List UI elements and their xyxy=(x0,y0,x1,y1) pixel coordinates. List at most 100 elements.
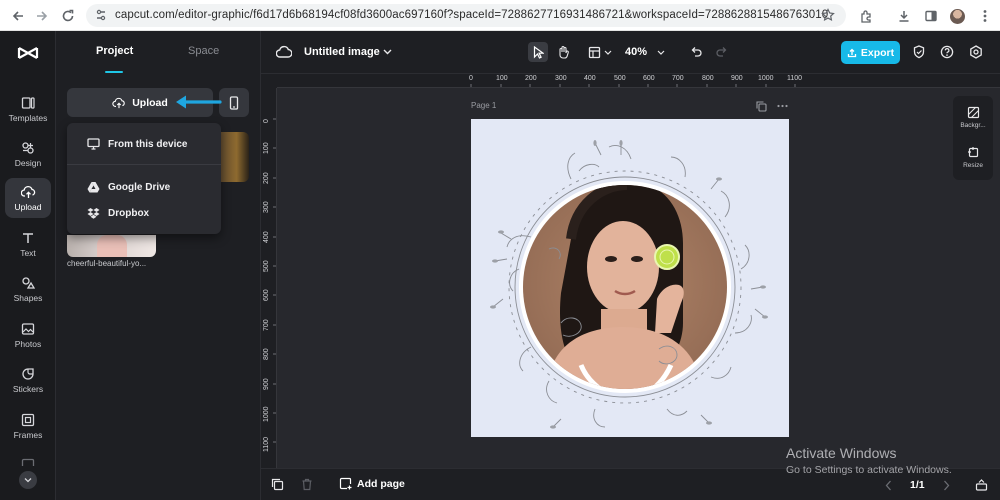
media-thumbnail-name: cheerful-beautiful-yo... xyxy=(67,259,147,268)
chevron-down-icon[interactable] xyxy=(657,50,665,55)
upload-from-phone-button[interactable] xyxy=(219,88,249,117)
phone-icon xyxy=(229,95,239,110)
site-settings-icon[interactable] xyxy=(95,9,107,21)
windows-activation-title: Activate Windows xyxy=(786,445,897,461)
gear-icon xyxy=(970,45,982,59)
ruler-tick-label: 200 xyxy=(263,172,270,184)
ruler-tick-label: 1000 xyxy=(263,406,270,422)
upload-cloud-icon xyxy=(20,185,35,198)
upload-cloud-icon xyxy=(112,97,125,108)
rail-item-templates[interactable]: Templates xyxy=(5,89,51,129)
chevron-left-icon[interactable] xyxy=(885,480,892,491)
layout-icon xyxy=(588,46,600,58)
page-more-icon[interactable] xyxy=(776,100,788,112)
rail-item-upload[interactable]: Upload xyxy=(5,178,51,218)
forward-icon[interactable] xyxy=(32,6,52,26)
rail-item-photos[interactable]: Photos xyxy=(5,315,51,355)
rail-item-frames[interactable]: Frames xyxy=(5,406,51,446)
monitor-icon xyxy=(87,138,100,150)
right-dock: Backgr... Resize xyxy=(953,96,993,180)
rail-collapse-button[interactable] xyxy=(19,471,37,489)
background-button[interactable]: Backgr... xyxy=(953,98,993,136)
chevron-right-icon[interactable] xyxy=(943,480,950,491)
trash-icon[interactable] xyxy=(301,478,313,491)
bookmark-star-icon[interactable] xyxy=(821,8,835,22)
chevron-down-icon[interactable] xyxy=(383,49,392,55)
back-icon[interactable] xyxy=(8,6,28,26)
ruler-tick-label: 600 xyxy=(263,289,270,301)
rail-item-shapes[interactable]: Shapes xyxy=(5,269,51,309)
profile-avatar[interactable] xyxy=(947,6,967,26)
menu-item-dropbox[interactable]: Dropbox xyxy=(67,202,221,224)
ruler-tick-label: 200 xyxy=(525,75,537,82)
rail-item-label: Shapes xyxy=(13,292,43,303)
ruler-tick-label: 0 xyxy=(263,119,270,123)
rail-item-text[interactable]: Text xyxy=(5,224,51,264)
tab-project[interactable]: Project xyxy=(96,45,133,57)
ruler-tick-label: 100 xyxy=(496,75,508,82)
resize-button[interactable]: Resize xyxy=(953,138,993,176)
menu-item-google-drive[interactable]: Google Drive xyxy=(67,176,221,198)
ruler-tick-label: 700 xyxy=(672,75,684,82)
design-icon xyxy=(22,141,34,154)
active-tab-indicator xyxy=(105,71,123,73)
chevron-down-icon xyxy=(24,478,32,483)
resize-icon xyxy=(967,146,978,157)
ruler-tick-label: 400 xyxy=(263,231,270,243)
capcut-logo-icon[interactable] xyxy=(16,42,40,64)
media-thumbnail[interactable] xyxy=(218,132,249,182)
ruler-tick-label: 800 xyxy=(263,348,270,360)
templates-icon xyxy=(21,96,35,109)
address-bar[interactable]: capcut.com/editor-graphic/f6d17d6b68194c… xyxy=(86,4,846,27)
ruler-corner xyxy=(261,74,277,88)
add-page-icon xyxy=(339,477,352,490)
add-page-button[interactable]: Add page xyxy=(339,477,405,490)
hand-icon xyxy=(558,45,569,59)
rail-item-label: Templates xyxy=(8,112,48,123)
layers-icon[interactable] xyxy=(271,478,284,491)
shield-icon xyxy=(913,45,925,59)
menu-item-from-device[interactable]: From this device xyxy=(67,133,221,155)
reload-icon[interactable] xyxy=(58,6,78,26)
stickers-icon xyxy=(22,367,34,380)
export-button[interactable]: Export xyxy=(841,41,900,64)
rail-item-label: Stickers xyxy=(12,383,44,394)
undo-button[interactable] xyxy=(686,42,706,62)
download-icon[interactable] xyxy=(894,6,914,26)
design-page[interactable] xyxy=(471,119,789,437)
media-thumbnail-photo[interactable] xyxy=(67,235,156,257)
page-label: Page 1 xyxy=(471,101,497,110)
shield-button[interactable] xyxy=(909,42,929,62)
cloud-save-icon[interactable] xyxy=(276,45,292,59)
document-title[interactable]: Untitled image xyxy=(304,46,380,58)
google-drive-icon xyxy=(87,182,100,193)
export-button-label: Export xyxy=(860,46,895,59)
hand-tool-button[interactable] xyxy=(553,42,573,62)
side-panel-icon[interactable] xyxy=(921,6,941,26)
cursor-icon xyxy=(533,45,544,59)
browser-menu-icon[interactable] xyxy=(975,6,995,26)
chevron-down-icon[interactable] xyxy=(604,50,612,55)
zoom-level[interactable]: 40% xyxy=(625,46,647,58)
ruler-tick-label: 500 xyxy=(614,75,626,82)
help-button[interactable] xyxy=(937,42,957,62)
rail-item-design[interactable]: Design xyxy=(5,134,51,174)
rail-item-stickers[interactable]: Stickers xyxy=(5,360,51,400)
photos-icon xyxy=(21,322,35,335)
rail-item-label: Text xyxy=(20,247,36,258)
redo-icon xyxy=(716,47,727,57)
duplicate-page-icon[interactable] xyxy=(755,100,767,112)
rail-item-label: Frames xyxy=(13,429,43,440)
ruler-tick-label: 600 xyxy=(643,75,655,82)
redo-button[interactable] xyxy=(712,42,732,62)
layout-button[interactable] xyxy=(584,42,604,62)
frames-icon xyxy=(21,413,35,426)
tab-space[interactable]: Space xyxy=(188,45,219,57)
dock-item-label: Backgr... xyxy=(960,121,986,129)
more-tools-icon[interactable] xyxy=(21,458,35,466)
extensions-icon[interactable] xyxy=(856,6,876,26)
page-navigator-icon[interactable] xyxy=(975,479,988,491)
settings-button[interactable] xyxy=(966,42,986,62)
floral-frame-portrait[interactable] xyxy=(471,119,789,437)
select-tool-button[interactable] xyxy=(528,42,548,62)
